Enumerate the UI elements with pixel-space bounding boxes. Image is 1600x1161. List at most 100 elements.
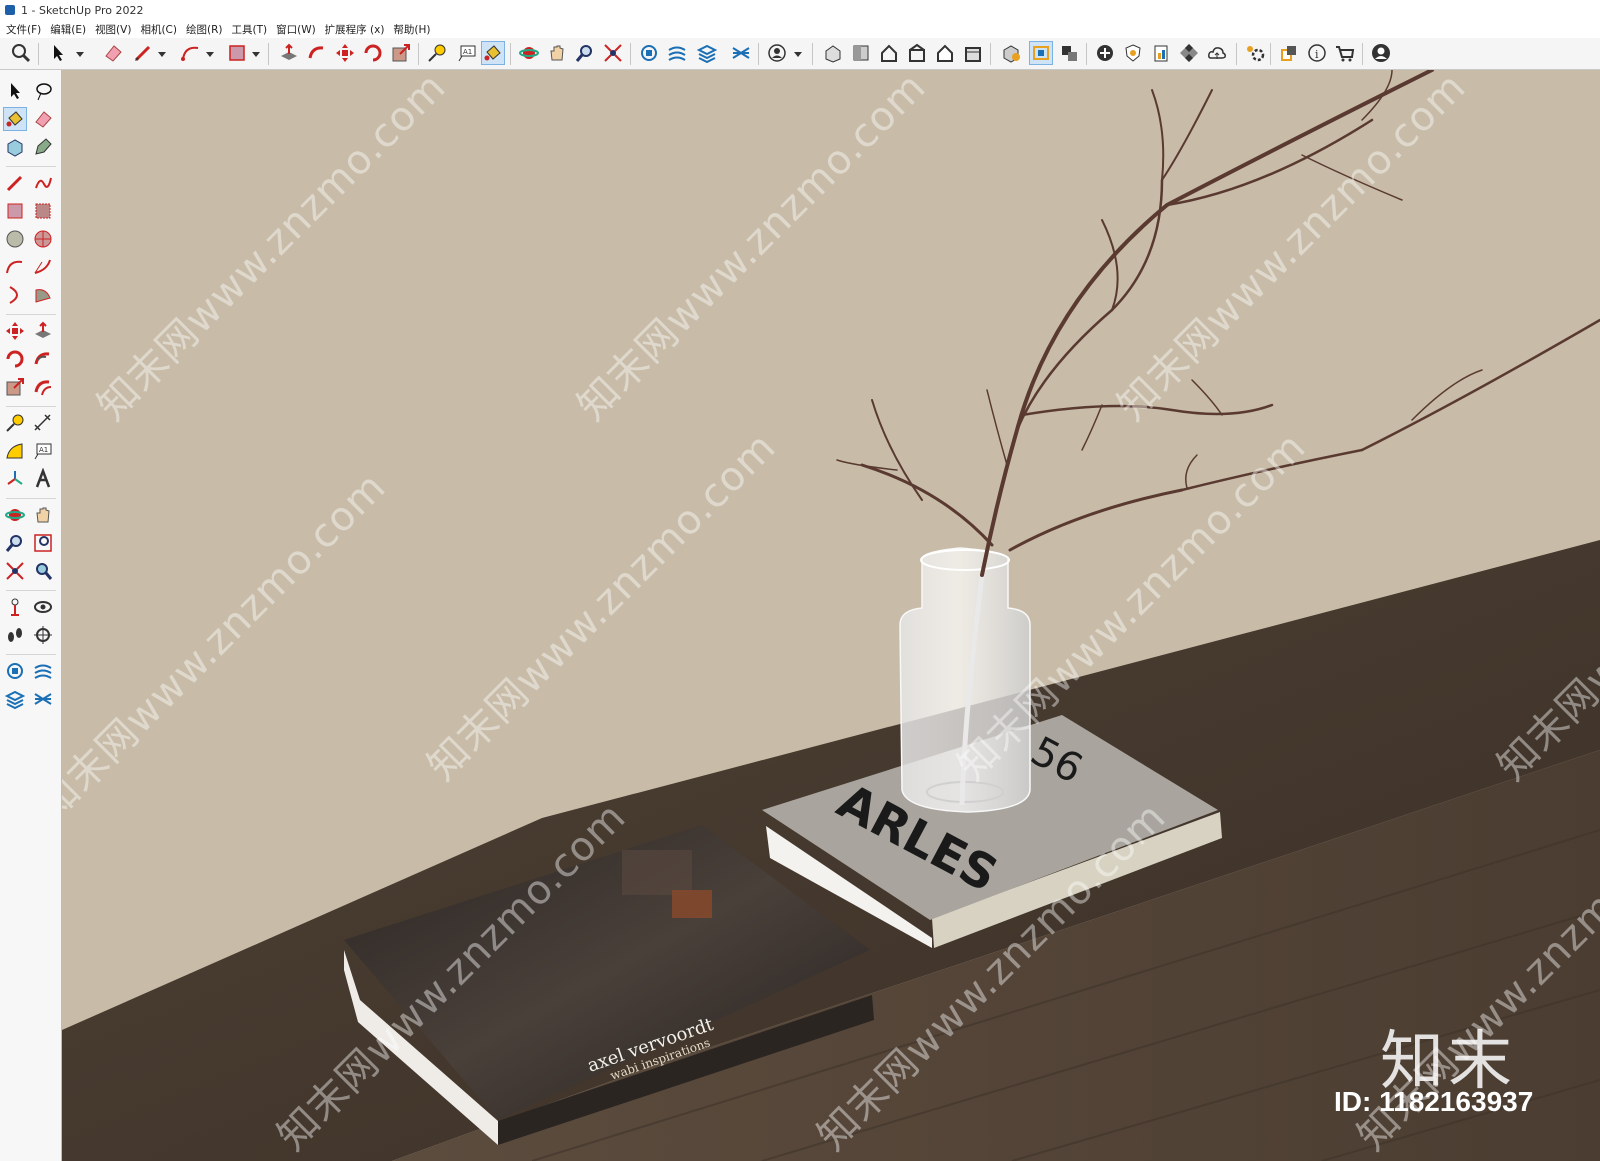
circle-icon[interactable]: [4, 228, 26, 250]
arc-icon[interactable]: [180, 42, 202, 64]
layers-icon[interactable]: [696, 42, 718, 64]
menu-window[interactable]: 窗口(W): [276, 22, 316, 37]
menu-draw[interactable]: 绘图(R): [186, 22, 223, 37]
menu-extensions[interactable]: 扩展程序 (x): [325, 22, 385, 37]
three-point-arc-icon[interactable]: [4, 284, 26, 306]
text-icon[interactable]: A1: [32, 440, 54, 462]
pushpull-icon[interactable]: [278, 42, 300, 64]
rectangle-icon[interactable]: [226, 42, 248, 64]
report-icon[interactable]: [1150, 42, 1172, 64]
chevron-down-icon[interactable]: [252, 48, 260, 57]
zoom-icon[interactable]: [4, 532, 26, 554]
cart-icon[interactable]: [1334, 42, 1356, 64]
cloud-icon[interactable]: [1206, 42, 1228, 64]
eraser-icon[interactable]: [32, 108, 54, 130]
two-point-arc-icon[interactable]: [32, 256, 54, 278]
account-icon[interactable]: [1370, 42, 1392, 64]
position-camera-icon[interactable]: [4, 596, 26, 618]
scale-icon[interactable]: [390, 42, 412, 64]
pie-icon[interactable]: [32, 284, 54, 306]
search-icon[interactable]: [10, 42, 32, 64]
zoom-extents-icon[interactable]: [602, 42, 624, 64]
move-icon[interactable]: [4, 320, 26, 342]
chevron-down-icon[interactable]: [158, 48, 166, 57]
tag-icon[interactable]: [32, 136, 54, 158]
extension-warehouse-icon[interactable]: [666, 42, 688, 64]
zoom-icon[interactable]: [574, 42, 596, 64]
menu-edit[interactable]: 编辑(E): [50, 22, 86, 37]
followme-icon[interactable]: [32, 348, 54, 370]
checker-icon[interactable]: [1178, 42, 1200, 64]
select-icon[interactable]: [4, 80, 26, 102]
tapemeasure-icon[interactable]: [4, 412, 26, 434]
rectangle-icon[interactable]: [4, 200, 26, 222]
dimension-icon[interactable]: [32, 412, 54, 434]
left-view-icon[interactable]: [962, 42, 984, 64]
protractor-icon[interactable]: [4, 440, 26, 462]
add-icon[interactable]: [1094, 42, 1116, 64]
orbit-icon[interactable]: [518, 42, 540, 64]
look-around-icon[interactable]: [32, 596, 54, 618]
menu-camera[interactable]: 相机(C): [140, 22, 177, 37]
iso-view-icon[interactable]: [822, 42, 844, 64]
chevron-down-icon[interactable]: [76, 48, 84, 57]
rotated-rectangle-icon[interactable]: [32, 200, 54, 222]
zoom-window-icon[interactable]: [32, 532, 54, 554]
eraser-icon[interactable]: [102, 42, 124, 64]
orbit-icon[interactable]: [4, 504, 26, 526]
line-icon[interactable]: [4, 172, 26, 194]
warehouse-icon[interactable]: [638, 42, 660, 64]
sandbox-icon[interactable]: [730, 42, 752, 64]
chevron-down-icon[interactable]: [794, 48, 802, 57]
previous-view-icon[interactable]: [32, 560, 54, 582]
walk-icon[interactable]: [4, 624, 26, 646]
extension-warehouse-icon[interactable]: [32, 660, 54, 682]
xray-icon[interactable]: [1000, 42, 1022, 64]
right-view-icon[interactable]: [906, 42, 928, 64]
polygon-icon[interactable]: [32, 228, 54, 250]
components-icon[interactable]: [1278, 42, 1300, 64]
select-icon[interactable]: [48, 42, 70, 64]
style-icon[interactable]: [1029, 41, 1053, 65]
tapemeasure-icon[interactable]: [426, 42, 448, 64]
shield-icon[interactable]: [1122, 42, 1144, 64]
user-icon[interactable]: [766, 42, 788, 64]
text-icon[interactable]: A1: [456, 42, 478, 64]
pencil-icon[interactable]: [132, 42, 154, 64]
back-view-icon[interactable]: [934, 42, 956, 64]
model-viewport[interactable]: axel vervoordt wabi inspirations ARLES 5…: [62, 70, 1600, 1161]
axes-icon[interactable]: [4, 468, 26, 490]
arc-icon[interactable]: [4, 256, 26, 278]
menu-help[interactable]: 帮助(H): [393, 22, 430, 37]
pushpull-icon[interactable]: [32, 320, 54, 342]
paintbucket-icon[interactable]: [481, 41, 505, 65]
move-icon[interactable]: [334, 42, 356, 64]
rotate-icon[interactable]: [4, 348, 26, 370]
section-icon[interactable]: [1058, 42, 1080, 64]
layers-icon[interactable]: [4, 688, 26, 710]
front-view-icon[interactable]: [878, 42, 900, 64]
warehouse-icon[interactable]: [4, 660, 26, 682]
rotate-icon[interactable]: [362, 42, 384, 64]
followme-icon[interactable]: [306, 42, 328, 64]
component-icon[interactable]: [4, 136, 26, 158]
settings-icon[interactable]: [1244, 42, 1266, 64]
sandbox-icon[interactable]: [32, 688, 54, 710]
menu-view[interactable]: 视图(V): [95, 22, 131, 37]
pan-icon[interactable]: [32, 504, 54, 526]
scale-icon[interactable]: [4, 376, 26, 398]
info-icon[interactable]: i: [1306, 42, 1328, 64]
3d-text-icon[interactable]: [32, 468, 54, 490]
paintbucket-icon[interactable]: [3, 107, 27, 131]
menu-file[interactable]: 文件(F): [6, 22, 41, 37]
menu-tools[interactable]: 工具(T): [231, 22, 267, 37]
offset-icon[interactable]: [32, 376, 54, 398]
freehand-icon[interactable]: [32, 172, 54, 194]
chevron-down-icon[interactable]: [206, 48, 214, 57]
zoom-extents-icon[interactable]: [4, 560, 26, 582]
svg-text:A1: A1: [463, 48, 472, 56]
lasso-icon[interactable]: [32, 80, 54, 102]
section-plane-icon[interactable]: [32, 624, 54, 646]
pan-icon[interactable]: [546, 42, 568, 64]
top-view-icon[interactable]: [850, 42, 872, 64]
